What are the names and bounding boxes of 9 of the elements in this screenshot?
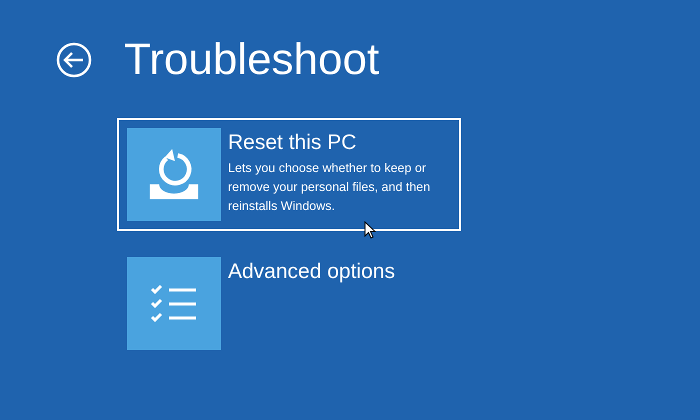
option-tile[interactable]: Advanced options	[117, 247, 461, 360]
option-title: Advanced options	[228, 259, 395, 285]
back-icon[interactable]	[56, 42, 92, 78]
option-tile[interactable]: Reset this PC Lets you choose whether to keep or remove your personal files, and then reinstalls Windows.	[117, 118, 461, 231]
checklist-icon	[151, 284, 197, 322]
page-title: Troubleshoot	[124, 34, 380, 86]
mouse-cursor-icon	[364, 221, 376, 239]
option-description: Lets you choose whether to keep or remove your personal files, and then reinstalls Windows.	[228, 160, 432, 215]
option-title: Reset this PC	[228, 130, 358, 156]
